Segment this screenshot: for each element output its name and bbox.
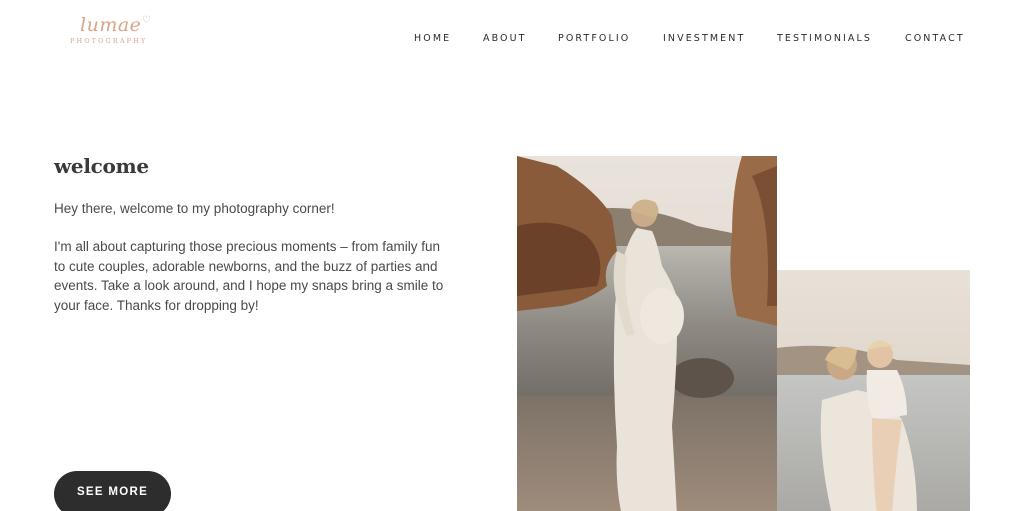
nav-testimonials-link[interactable]: TESTIMONIALS — [777, 33, 872, 44]
pregnant-woman-beach-photo — [517, 156, 777, 511]
nav-home-link[interactable]: HOME — [414, 33, 451, 44]
welcome-body-text: I'm all about capturing those precious m… — [54, 239, 444, 313]
mother-child-beach-photo — [777, 270, 970, 511]
see-more-button[interactable]: SEE MORE — [54, 471, 171, 511]
heart-icon: ♡ — [142, 15, 151, 26]
main-nav: HOME ABOUT PORTFOLIO INVESTMENT TESTIMON… — [0, 33, 1024, 45]
welcome-intro-text: Hey there, welcome to my photography cor… — [54, 201, 335, 216]
nav-portfolio-link[interactable]: PORTFOLIO — [558, 33, 630, 44]
welcome-heading: welcome — [54, 154, 149, 178]
nav-about-link[interactable]: ABOUT — [483, 33, 527, 44]
nav-investment-link[interactable]: INVESTMENT — [663, 33, 745, 44]
nav-contact-link[interactable]: CONTACT — [905, 33, 965, 44]
